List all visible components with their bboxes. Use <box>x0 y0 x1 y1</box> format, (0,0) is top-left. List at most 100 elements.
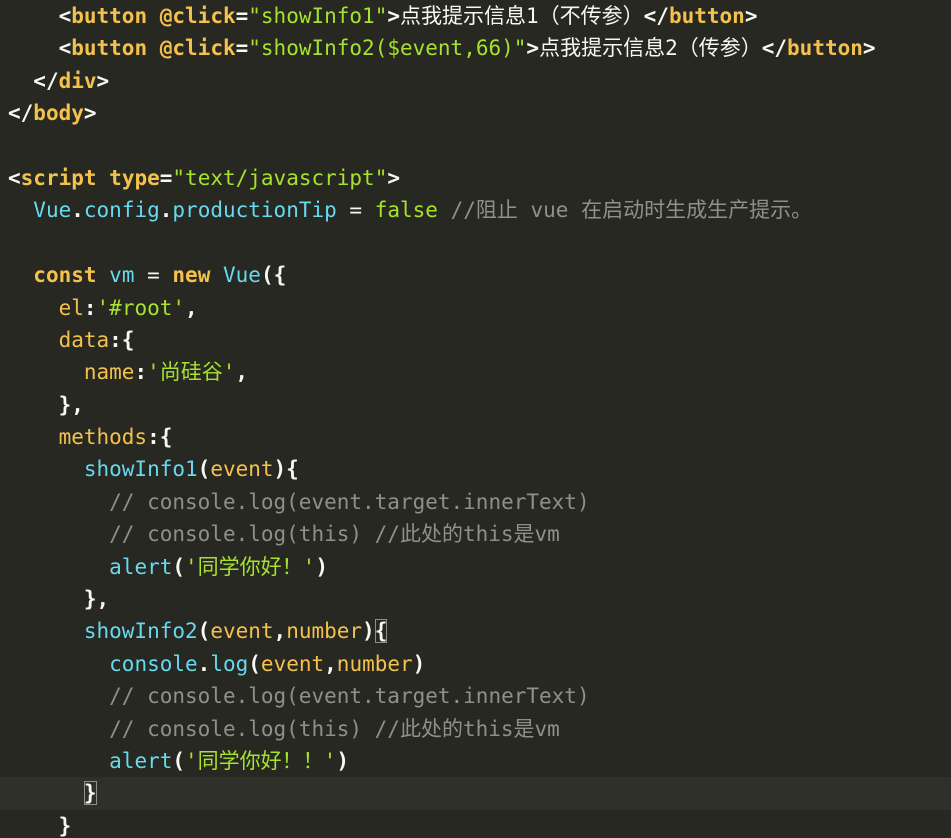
code-token: , <box>185 295 198 320</box>
code-token: > <box>526 36 540 61</box>
code-line[interactable]: alert('同学你好！！') <box>8 745 951 777</box>
code-token: = <box>134 263 173 288</box>
code-token: //阻止 vue 在启动时生成生产提示。 <box>450 198 813 223</box>
code-line[interactable]: methods:{ <box>8 421 951 453</box>
code-token: > <box>83 101 97 126</box>
code-token: = <box>159 165 173 190</box>
code-line[interactable]: }, <box>8 389 951 421</box>
code-token: console <box>109 651 198 676</box>
code-line[interactable]: el:'#root', <box>8 292 951 324</box>
code-token: > <box>96 68 110 93</box>
code-editor[interactable]: <button @click="showInfo1">点我提示信息1（不传参）<… <box>0 0 951 838</box>
code-token: < <box>58 36 72 61</box>
code-token: Vue <box>33 198 72 223</box>
code-line[interactable]: showInfo1(event){ <box>8 453 951 485</box>
code-token: script <box>20 165 97 190</box>
code-token: '尚硅谷' <box>147 360 236 385</box>
code-line[interactable]: }, <box>8 583 951 615</box>
code-line[interactable]: showInfo2(event,number){ <box>8 615 951 647</box>
code-token: { <box>374 619 388 644</box>
code-token: :{ <box>109 327 135 352</box>
code-line[interactable]: const vm = new Vue({ <box>8 259 951 291</box>
code-line[interactable]: // console.log(event.target.innerText) <box>8 486 951 518</box>
code-token: </ <box>33 68 59 93</box>
code-line[interactable]: <button @click="showInfo2($event,66)">点我… <box>8 32 951 64</box>
code-token: name <box>83 360 135 385</box>
code-line[interactable]: } <box>0 777 951 810</box>
code-line[interactable]: </body> <box>8 97 951 129</box>
code-token: event <box>260 651 325 676</box>
code-token: number <box>336 651 413 676</box>
code-token: = <box>235 36 249 61</box>
code-token: > <box>862 36 876 61</box>
code-area[interactable]: <button @click="showInfo1">点我提示信息1（不传参）<… <box>0 0 951 838</box>
code-token: methods <box>58 425 148 450</box>
code-token: ( <box>172 554 186 579</box>
code-token: alert <box>109 554 173 579</box>
code-token: : <box>83 295 97 320</box>
code-token: button <box>787 36 863 61</box>
code-token: }, <box>58 392 84 417</box>
code-line[interactable]: <button @click="showInfo1">点我提示信息1（不传参）<… <box>8 0 951 32</box>
code-token: productionTip <box>172 198 337 223</box>
code-token: ) <box>362 619 375 644</box>
code-token: , <box>324 651 337 676</box>
code-token: showInfo1 <box>83 457 198 482</box>
code-token: button <box>71 36 148 61</box>
code-line[interactable] <box>8 130 951 162</box>
code-line[interactable] <box>8 227 951 259</box>
code-token: '同学你好！' <box>185 554 316 579</box>
code-token: const <box>33 263 97 288</box>
code-line[interactable]: // console.log(this) //此处的this是vm <box>8 713 951 745</box>
code-token: ){ <box>273 457 299 482</box>
code-token: Vue <box>223 263 261 288</box>
code-line[interactable]: // console.log(this) //此处的this是vm <box>8 518 951 550</box>
code-token: ( <box>248 651 261 676</box>
code-token: . <box>71 198 84 223</box>
code-token: type <box>109 165 160 190</box>
code-token: . <box>197 651 211 676</box>
code-token: 点我提示信息1（不传参） <box>400 4 644 28</box>
code-token: @click <box>159 4 236 28</box>
code-token: ({ <box>260 263 287 288</box>
code-token: // console.log(this) //此处的this是vm <box>109 522 560 547</box>
code-line[interactable]: Vue.config.productionTip = false //阻止 vu… <box>8 194 951 226</box>
code-token: "showInfo1" <box>248 4 388 28</box>
code-token: @click <box>159 36 236 61</box>
code-token: ( <box>172 748 186 773</box>
code-line[interactable]: data:{ <box>8 324 951 356</box>
code-line[interactable]: alert('同学你好！') <box>8 551 951 583</box>
code-line[interactable]: // console.log(event.target.innerText) <box>8 680 951 712</box>
code-line[interactable]: console.log(event,number) <box>8 648 951 680</box>
code-token: event <box>210 619 274 644</box>
code-token: , <box>273 619 287 644</box>
code-line[interactable]: <script type="text/javascript"> <box>8 162 951 194</box>
code-token: ) <box>412 651 426 676</box>
code-line[interactable]: </div> <box>8 65 951 97</box>
code-token: : <box>134 360 148 385</box>
code-token: </ <box>643 4 669 28</box>
code-token: showInfo2 <box>83 619 198 644</box>
code-token: </ <box>761 36 788 61</box>
code-token: new <box>172 263 211 288</box>
code-line[interactable]: name:'尚硅谷', <box>8 356 951 388</box>
code-token: body <box>33 101 84 126</box>
code-token: . <box>159 198 173 223</box>
code-token: < <box>8 165 21 190</box>
code-line[interactable]: } <box>8 810 951 838</box>
